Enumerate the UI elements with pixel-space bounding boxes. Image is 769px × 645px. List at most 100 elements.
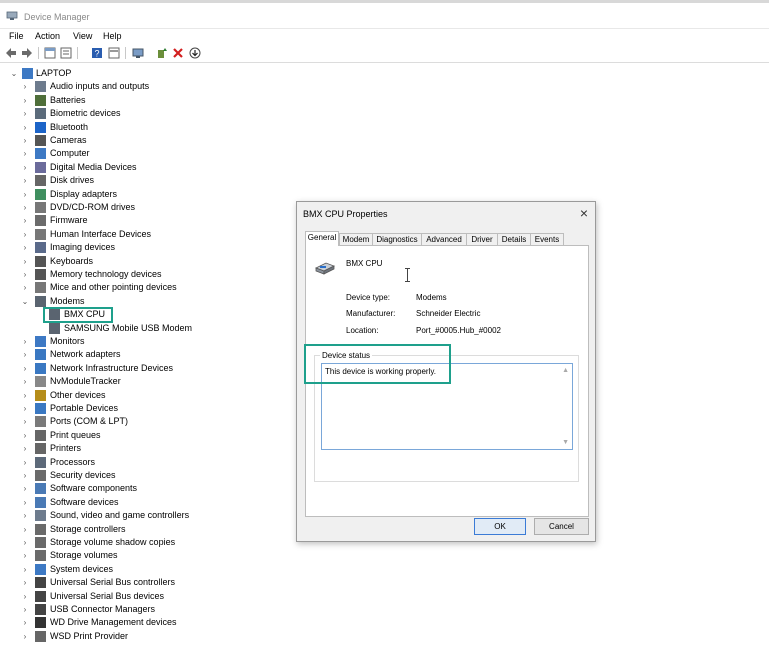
manufacturer-label: Manufacturer: <box>346 309 396 318</box>
module-icon <box>35 376 46 388</box>
tree-item-label: Keyboards <box>50 255 94 266</box>
laptop-icon <box>22 68 33 79</box>
expand-chevron-icon[interactable]: › <box>21 389 29 402</box>
cancel-button[interactable]: Cancel <box>534 518 589 535</box>
expand-chevron-icon[interactable]: › <box>21 241 29 254</box>
window-title: Device Manager <box>24 12 90 22</box>
expand-chevron-icon[interactable]: › <box>21 616 29 629</box>
expand-chevron-icon[interactable]: › <box>21 268 29 281</box>
status-highlight <box>304 344 451 384</box>
tree-item-label: Firmware <box>50 215 88 226</box>
usb-icon <box>35 590 46 602</box>
unknown-device-icon <box>35 389 46 401</box>
device-tree: ⌄ LAPTOP › Audio inputs and outputs › Batteri… <box>0 66 300 645</box>
expand-chevron-icon[interactable]: › <box>21 147 29 160</box>
update-driver-icon[interactable] <box>156 47 168 59</box>
expand-chevron-icon[interactable]: › <box>21 509 29 522</box>
expand-chevron-icon[interactable]: › <box>21 335 29 348</box>
security-icon <box>35 470 46 481</box>
expand-chevron-icon[interactable]: › <box>21 80 29 93</box>
forward-arrow-icon[interactable] <box>21 47 33 59</box>
collapse-chevron-icon[interactable]: ⌄ <box>10 67 18 80</box>
show-hide-tree-icon[interactable] <box>44 47 56 59</box>
tree-item-label: Other devices <box>50 389 106 400</box>
port-icon <box>35 416 46 428</box>
tree-item-label: Storage volume shadow copies <box>50 537 176 547</box>
expand-chevron-icon[interactable]: › <box>21 429 29 442</box>
expand-chevron-icon[interactable]: › <box>21 590 29 603</box>
menu-action[interactable]: Action <box>35 31 60 41</box>
menu-file[interactable]: File <box>9 31 24 41</box>
tree-item-label: Imaging devices <box>50 242 116 253</box>
expand-chevron-icon[interactable]: › <box>21 603 29 616</box>
download-icon[interactable] <box>189 47 201 59</box>
tree-item-label: Display adapters <box>50 188 118 199</box>
expand-chevron-icon[interactable]: › <box>21 174 29 187</box>
expand-chevron-icon[interactable]: › <box>21 442 29 455</box>
scroll-up-icon[interactable]: ▲ <box>562 367 569 374</box>
ok-button[interactable]: OK <box>474 518 526 535</box>
expand-chevron-icon[interactable]: › <box>21 523 29 536</box>
expand-chevron-icon[interactable]: › <box>21 348 29 361</box>
tree-item-label: NvModuleTracker <box>50 376 121 387</box>
tree-item-label: Software components <box>50 483 138 494</box>
close-icon[interactable]: × <box>580 205 588 221</box>
menu-view[interactable]: View <box>73 31 92 41</box>
text-cursor-icon <box>405 268 410 282</box>
expand-chevron-icon[interactable]: › <box>21 161 29 174</box>
expand-chevron-icon[interactable]: › <box>21 456 29 469</box>
tree-item-label: Ports (COM & LPT) <box>50 416 129 427</box>
expand-chevron-icon[interactable]: › <box>21 402 29 415</box>
expand-chevron-icon[interactable]: › <box>21 549 29 562</box>
scan-hardware-icon[interactable] <box>132 47 144 59</box>
expand-chevron-icon[interactable]: › <box>21 362 29 375</box>
expand-chevron-icon[interactable]: › <box>21 576 29 589</box>
device-name: BMX CPU <box>346 259 383 268</box>
expand-chevron-icon[interactable]: › <box>21 281 29 294</box>
scroll-down-icon[interactable]: ▼ <box>562 439 569 446</box>
expand-chevron-icon[interactable]: › <box>21 255 29 268</box>
menu-bar: File Action View Help <box>0 29 769 44</box>
expand-chevron-icon[interactable]: › <box>21 228 29 241</box>
uninstall-x-icon[interactable] <box>172 47 184 59</box>
expand-chevron-icon[interactable]: › <box>21 536 29 549</box>
tree-item-label: Batteries <box>50 94 86 105</box>
expand-chevron-icon[interactable]: › <box>21 563 29 576</box>
menu-help[interactable]: Help <box>103 31 122 41</box>
tree-child-label: SAMSUNG Mobile USB Modem <box>64 322 193 333</box>
expand-chevron-icon[interactable]: › <box>21 188 29 201</box>
disk-icon <box>35 175 46 187</box>
sound-icon <box>35 510 46 522</box>
tree-item-label: Sound, video and game controllers <box>50 510 190 521</box>
expand-chevron-icon[interactable]: › <box>21 134 29 147</box>
list-view-icon[interactable] <box>60 47 72 59</box>
tree-item-label: Print queues <box>50 429 101 440</box>
help-icon[interactable]: ? <box>91 47 103 59</box>
back-arrow-icon[interactable] <box>5 47 17 59</box>
properties-icon[interactable] <box>108 47 120 59</box>
battery-icon <box>35 94 46 106</box>
usb-icon <box>35 604 46 615</box>
collapse-chevron-icon[interactable]: ⌄ <box>21 295 29 308</box>
hid-icon <box>35 228 46 240</box>
expand-chevron-icon[interactable]: › <box>21 415 29 428</box>
tree-item-label: Processors <box>50 456 96 467</box>
expand-chevron-icon[interactable]: › <box>21 375 29 388</box>
media-icon <box>35 161 46 173</box>
storage-icon <box>35 537 46 548</box>
expand-chevron-icon[interactable]: › <box>21 630 29 643</box>
expand-chevron-icon[interactable]: › <box>21 214 29 227</box>
expand-chevron-icon[interactable]: › <box>21 94 29 107</box>
expand-chevron-icon[interactable]: › <box>21 107 29 120</box>
tree-item-label: Memory technology devices <box>50 269 162 279</box>
device-type-label: Device type: <box>346 293 391 302</box>
expand-chevron-icon[interactable]: › <box>21 496 29 509</box>
mouse-icon <box>35 282 46 294</box>
device-type-value: Modems <box>416 293 447 302</box>
expand-chevron-icon[interactable]: › <box>21 201 29 214</box>
expand-chevron-icon[interactable]: › <box>21 121 29 134</box>
tree-item-label: Storage controllers <box>50 523 126 534</box>
tab-general[interactable]: General <box>305 231 339 246</box>
expand-chevron-icon[interactable]: › <box>21 469 29 482</box>
expand-chevron-icon[interactable]: › <box>21 482 29 495</box>
